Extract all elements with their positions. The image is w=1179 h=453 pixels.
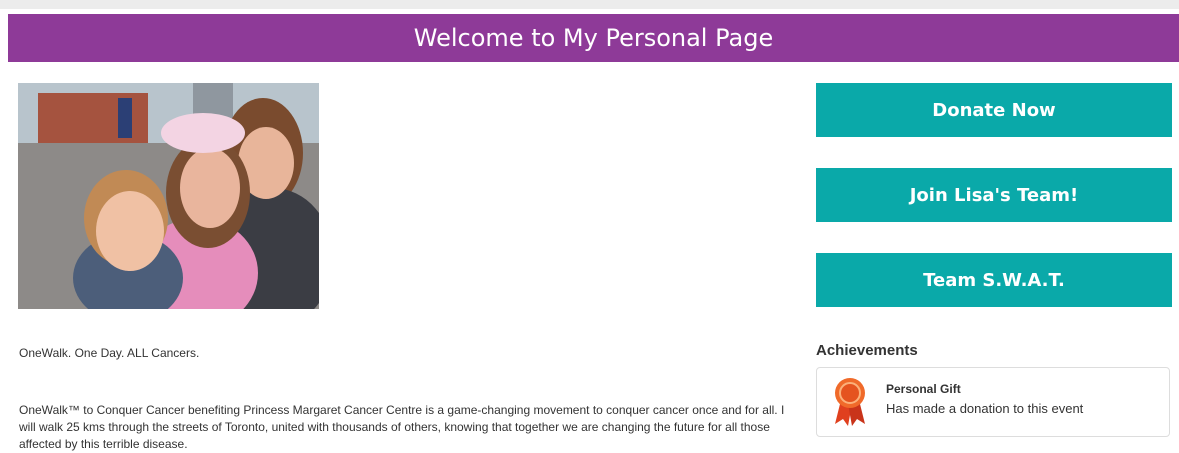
join-team-button[interactable]: Join Lisa's Team! <box>816 168 1172 222</box>
top-strip <box>0 0 1179 9</box>
donate-now-button[interactable]: Donate Now <box>816 83 1172 137</box>
page-header: Welcome to My Personal Page <box>8 14 1179 62</box>
achievement-name: Personal Gift <box>886 382 961 396</box>
achievement-description: Has made a donation to this event <box>886 401 1084 416</box>
team-page-button[interactable]: Team S.W.A.T. <box>816 253 1172 307</box>
page-title: Welcome to My Personal Page <box>413 24 774 52</box>
ribbon-award-icon <box>835 378 865 426</box>
achievements-title: Achievements <box>816 342 918 359</box>
story-text: OneWalk™ to Conquer Cancer benefiting Pr… <box>19 403 785 451</box>
tagline: OneWalk. One Day. ALL Cancers. <box>19 346 200 360</box>
achievement-card: Personal Gift Has made a donation to thi… <box>816 367 1170 437</box>
profile-photo <box>18 83 319 309</box>
